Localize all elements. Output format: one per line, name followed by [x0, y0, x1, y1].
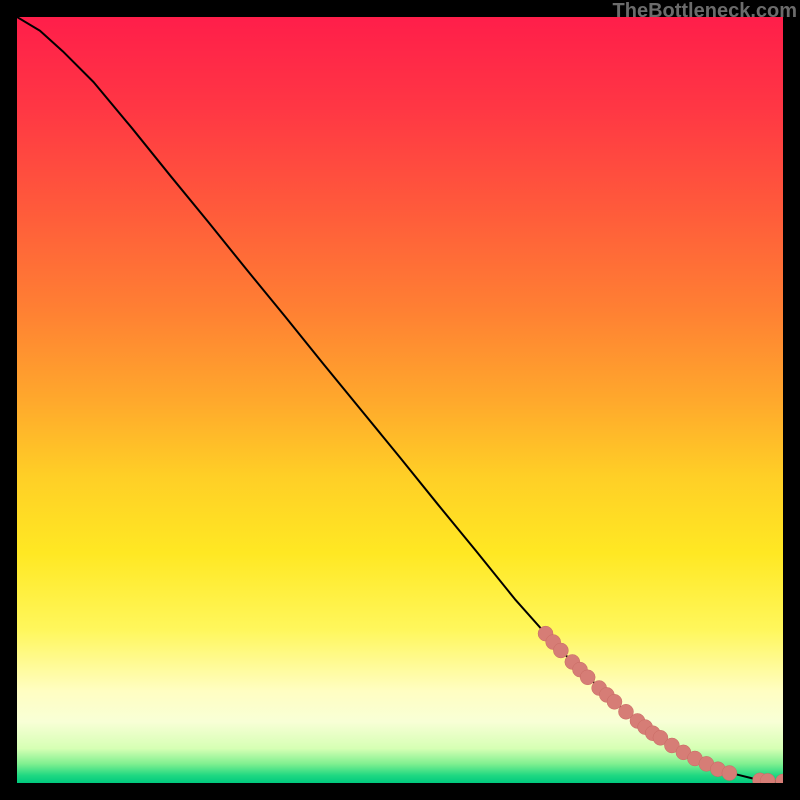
data-point	[722, 766, 737, 781]
data-point	[580, 670, 595, 685]
data-point	[607, 694, 622, 709]
data-point	[553, 643, 568, 658]
chart-stage: TheBottleneck.com	[0, 0, 800, 800]
plot-svg	[17, 17, 783, 783]
gradient-background	[17, 17, 783, 783]
attribution-watermark: TheBottleneck.com	[613, 0, 797, 23]
plot-area	[17, 17, 783, 783]
